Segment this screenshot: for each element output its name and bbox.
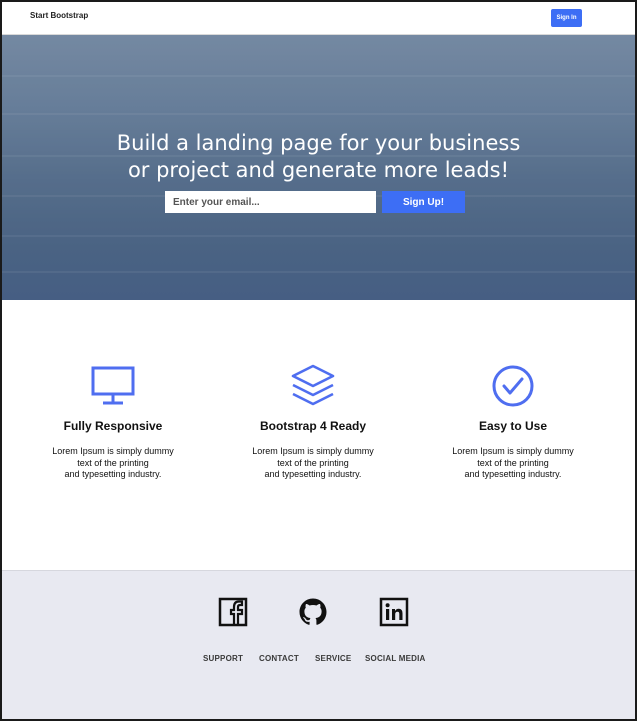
- feature-description: Lorem Ipsum is simply dummy text of the …: [252, 446, 374, 479]
- email-input[interactable]: [165, 191, 376, 213]
- feature-title: Easy to Use: [478, 419, 548, 433]
- footer: SUPPORT CONTACT SERVICE SOCIAL MEDIA: [2, 570, 635, 719]
- feature-title: Bootstrap 4 Ready: [259, 419, 367, 433]
- hero-headline: Build a landing page for your business o…: [2, 130, 635, 184]
- monitor-icon: [91, 366, 135, 405]
- feature-description: Lorem Ipsum is simply dummy text of the …: [452, 446, 574, 479]
- check-circle-icon: [492, 365, 534, 407]
- sign-in-button[interactable]: Sign In: [551, 9, 582, 27]
- feature-title: Fully Responsive: [63, 419, 163, 433]
- hero-section: Build a landing page for your business o…: [2, 35, 635, 300]
- footer-link-service[interactable]: SERVICE: [315, 654, 351, 663]
- brand-logo[interactable]: Start Bootstrap: [30, 11, 88, 20]
- hero-headline-line-1: Build a landing page for your business: [116, 131, 521, 155]
- footer-link-support[interactable]: SUPPORT: [203, 654, 243, 663]
- linkedin-icon[interactable]: [379, 597, 409, 627]
- footer-link-social-media[interactable]: SOCIAL MEDIA: [365, 654, 425, 663]
- facebook-icon[interactable]: [218, 597, 248, 627]
- layers-icon: [291, 364, 335, 406]
- footer-link-contact[interactable]: CONTACT: [259, 654, 299, 663]
- hero-headline-line-2: or project and generate more leads!: [127, 158, 510, 182]
- page: Start Bootstrap Sign In Build a landing …: [2, 2, 635, 719]
- github-icon[interactable]: [298, 597, 328, 627]
- sign-up-button[interactable]: Sign Up!: [382, 191, 465, 213]
- feature-description: Lorem Ipsum is simply dummy text of the …: [52, 446, 174, 479]
- navbar: Start Bootstrap Sign In: [2, 2, 635, 35]
